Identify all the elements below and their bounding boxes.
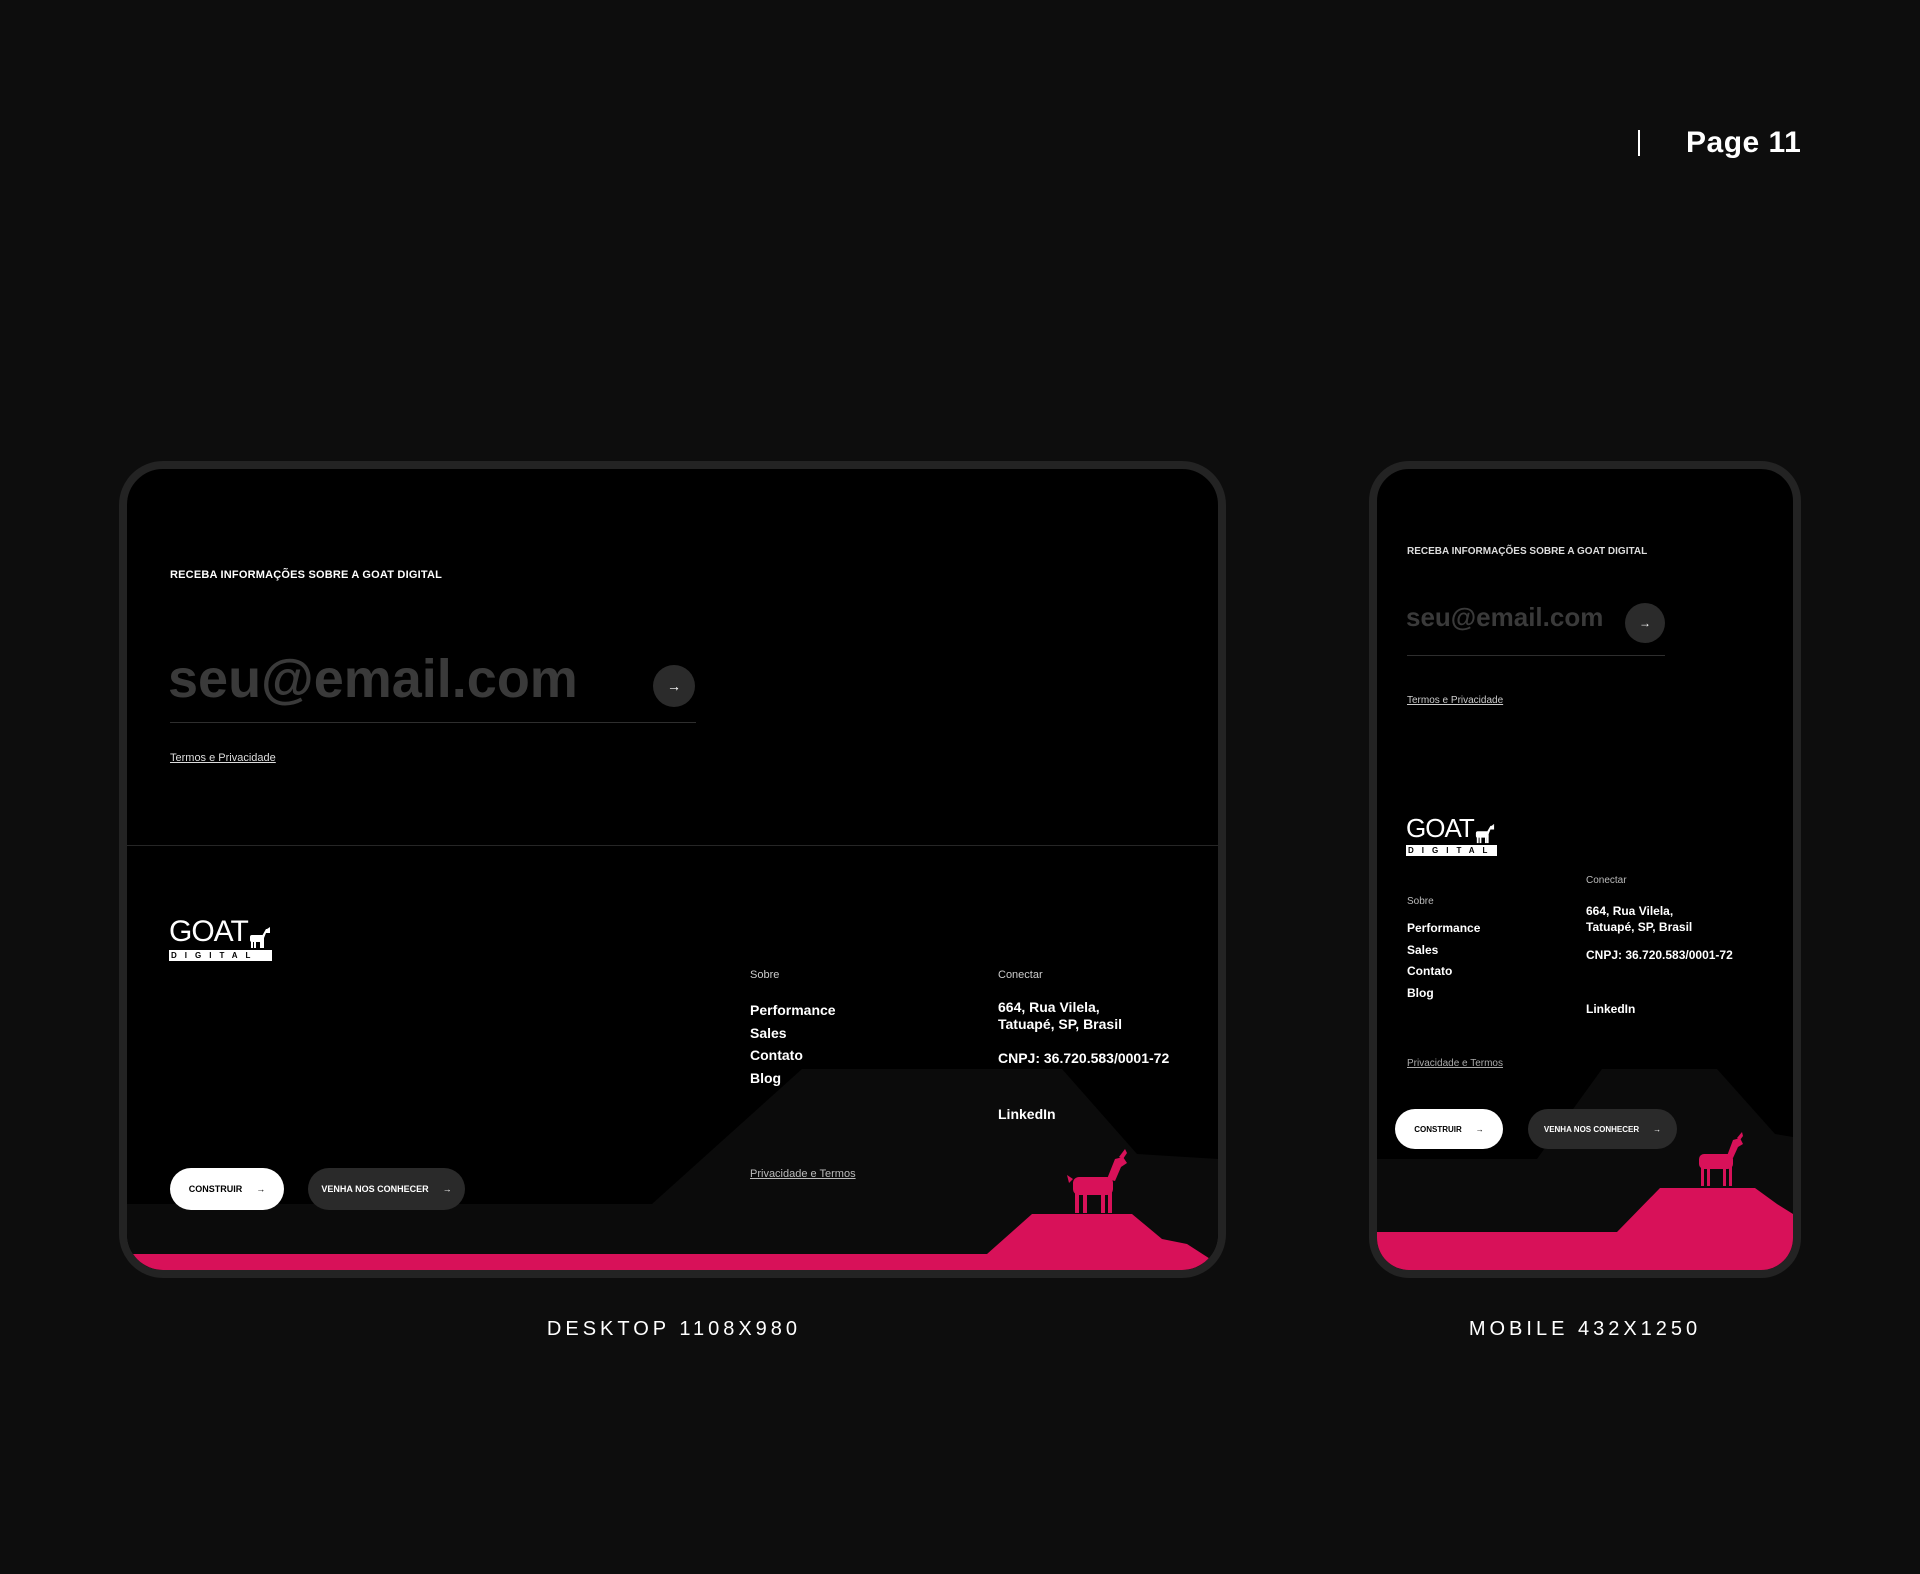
- desktop-caption: DESKTOP 1108X980: [546, 1318, 802, 1340]
- sobre-nav: Performance Sales Contato Blog: [750, 999, 836, 1089]
- address: 664, Rua Vilela, Tatuapé, SP, Brasil: [1586, 903, 1692, 935]
- newsletter-title: RECEBA INFORMAÇÕES SOBRE A GOAT DIGITAL: [1407, 546, 1648, 557]
- page-indicator-divider: [1638, 130, 1640, 156]
- nav-link-sales[interactable]: Sales: [1407, 940, 1480, 962]
- address-line-2: Tatuapé, SP, Brasil: [1586, 920, 1693, 934]
- sobre-nav: Performance Sales Contato Blog: [1407, 918, 1480, 1004]
- page-indicator: Page 11: [1638, 126, 1801, 160]
- logo-subtitle: DIGITAL: [1406, 845, 1498, 856]
- arrow-right-icon: →: [1475, 1124, 1484, 1134]
- cnpj: CNPJ: 36.720.583/0001-72: [1586, 948, 1733, 962]
- arrow-right-icon: →: [1639, 616, 1651, 630]
- privacy-link[interactable]: Privacidade e Termos: [750, 1168, 856, 1180]
- linkedin-link[interactable]: LinkedIn: [1586, 1002, 1635, 1016]
- nav-link-performance[interactable]: Performance: [750, 999, 836, 1022]
- footer-landscape-illustration: [127, 1069, 1218, 1270]
- nav-link-blog[interactable]: Blog: [1407, 983, 1480, 1005]
- conectar-heading: Conectar: [998, 969, 1043, 981]
- nav-link-sales[interactable]: Sales: [750, 1022, 836, 1045]
- goat-digital-logo[interactable]: GOAT DIGITAL: [169, 915, 272, 961]
- terms-link[interactable]: Termos e Privacidade: [170, 752, 276, 764]
- construir-label: CONSTRUIR: [188, 1184, 243, 1194]
- logo-wordmark: GOAT: [169, 915, 249, 948]
- nav-link-performance[interactable]: Performance: [1407, 918, 1480, 940]
- mobile-preview-frame: RECEBA INFORMAÇÕES SOBRE A GOAT DIGITAL …: [1369, 461, 1801, 1278]
- arrow-right-icon: →: [256, 1184, 266, 1194]
- conectar-heading: Conectar: [1586, 875, 1627, 886]
- nav-link-contato[interactable]: Contato: [750, 1044, 836, 1067]
- nav-link-blog[interactable]: Blog: [750, 1067, 836, 1090]
- cnpj: CNPJ: 36.720.583/0001-72: [998, 1050, 1170, 1066]
- goat-digital-logo[interactable]: GOAT DIGITAL: [1406, 813, 1498, 856]
- address: 664, Rua Vilela, Tatuapé, SP, Brasil: [998, 999, 1122, 1033]
- goat-icon: [1475, 824, 1494, 844]
- terms-link[interactable]: Termos e Privacidade: [1407, 695, 1503, 706]
- conhecer-label: VENHA NOS CONHECER: [1543, 1124, 1640, 1134]
- construir-button[interactable]: CONSTRUIR →: [170, 1168, 284, 1210]
- address-line-1: 664, Rua Vilela,: [998, 999, 1100, 1015]
- logo-subtitle: DIGITAL: [169, 950, 272, 961]
- construir-label: CONSTRUIR: [1414, 1124, 1462, 1134]
- sobre-heading: Sobre: [750, 969, 780, 981]
- address-line-1: 664, Rua Vilela,: [1586, 904, 1674, 918]
- address-line-2: Tatuapé, SP, Brasil: [998, 1016, 1122, 1032]
- conhecer-label: VENHA NOS CONHECER: [321, 1184, 429, 1194]
- email-submit-button[interactable]: →: [1625, 603, 1665, 643]
- email-underline: [1407, 655, 1665, 656]
- venha-nos-conhecer-button[interactable]: VENHA NOS CONHECER →: [1528, 1109, 1677, 1149]
- venha-nos-conhecer-button[interactable]: VENHA NOS CONHECER →: [308, 1168, 465, 1210]
- goat-icon: [249, 927, 270, 948]
- section-divider: [127, 845, 1218, 846]
- arrow-right-icon: →: [442, 1184, 452, 1194]
- desktop-preview-frame: RECEBA INFORMAÇÕES SOBRE A GOAT DIGITAL …: [119, 461, 1226, 1278]
- email-input[interactable]: [168, 649, 668, 709]
- mobile-caption: MOBILE 432X1250: [1468, 1318, 1702, 1340]
- privacy-link[interactable]: Privacidade e Termos: [1407, 1058, 1503, 1069]
- email-submit-button[interactable]: →: [653, 665, 695, 707]
- construir-button[interactable]: CONSTRUIR →: [1395, 1109, 1503, 1149]
- newsletter-title: RECEBA INFORMAÇÕES SOBRE A GOAT DIGITAL: [170, 569, 443, 581]
- logo-wordmark: GOAT: [1406, 813, 1475, 843]
- email-underline: [170, 722, 696, 723]
- footer-landscape-illustration: [1377, 1069, 1793, 1270]
- arrow-right-icon: →: [1653, 1124, 1662, 1134]
- nav-link-contato[interactable]: Contato: [1407, 961, 1480, 983]
- email-input[interactable]: [1406, 601, 1626, 633]
- sobre-heading: Sobre: [1407, 896, 1434, 907]
- linkedin-link[interactable]: LinkedIn: [998, 1106, 1056, 1122]
- page-number: Page 11: [1686, 126, 1802, 159]
- arrow-right-icon: →: [667, 678, 681, 694]
